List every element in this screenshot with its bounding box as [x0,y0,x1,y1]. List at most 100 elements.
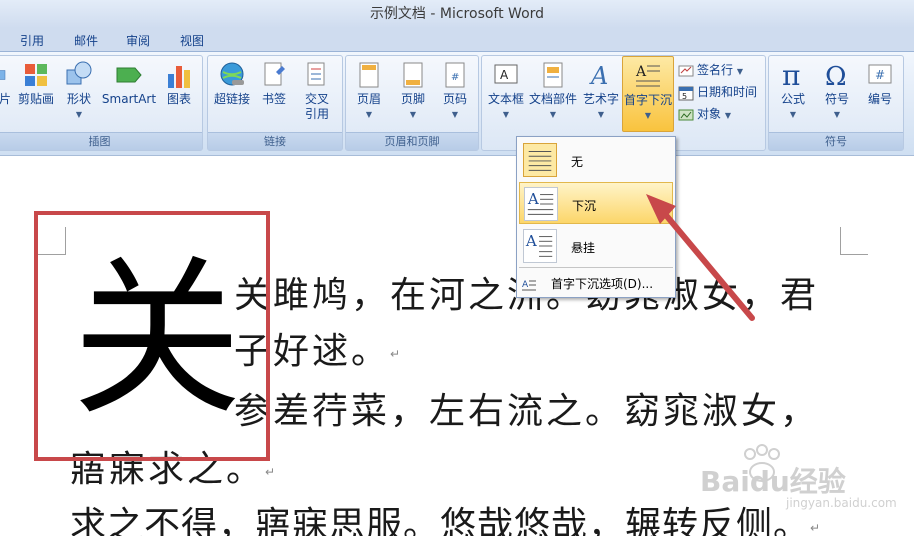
calendar-icon: 5 [678,86,694,101]
omega-icon: Ω [825,62,847,90]
baidu-watermark: Baidu经验 jingyan.baidu.com [690,440,910,530]
svg-text:Ω: Ω [825,62,847,90]
drop-cap-options-icon: A [522,280,536,290]
pi-icon: π [782,60,800,90]
drop-cap-options-label: 首字下沉选项(D)... [551,277,654,291]
menu-item-in-margin-label: 悬挂 [571,241,596,255]
group-links-caption: 链接 [208,132,342,150]
picture-button[interactable]: 片 [0,56,13,107]
quick-parts-label: 文档部件 [528,92,577,106]
signature-line-dropdown-icon: ▼ [736,67,743,76]
header-button[interactable]: 页眉 ▼ [348,56,390,122]
bookmark-icon [264,62,285,86]
page-number-button[interactable]: # 页码 ▼ [434,56,476,122]
drop-cap-icon: A [635,64,660,87]
date-time-button[interactable]: 5 日期和时间 [678,82,757,102]
paragraph-mark-icon: ↵ [390,347,404,361]
dropped-cap-icon: A [524,187,558,221]
in-margin-cap-icon: A [523,229,557,263]
menu-item-drop-cap-options[interactable]: A 首字下沉选项(D)... [521,273,673,295]
equation-button[interactable]: π 公式 ▼ [771,56,815,122]
date-time-label: 日期和时间 [697,85,758,99]
watermark-url: jingyan.baidu.com [786,496,897,510]
quick-parts-icon [543,62,563,88]
quick-parts-button[interactable]: 文档部件 ▼ [528,56,578,122]
chart-button[interactable]: 图表 [159,56,199,107]
cross-reference-label: 交叉引用 [304,92,329,121]
wordart-button[interactable]: A 艺术字 ▼ [580,56,622,122]
page-number-icon: # [445,62,465,88]
bookmark-button[interactable]: 书签 [256,56,292,107]
signature-line-label: 签名行 [697,63,734,77]
svg-text:A: A [589,62,608,90]
menu-item-dropped[interactable]: A 下沉 [519,182,673,224]
object-dropdown-icon: ▼ [724,111,731,120]
object-button[interactable]: 对象 ▼ [678,104,731,124]
annotation-highlight-box [34,211,270,461]
drop-cap-button[interactable]: A 首字下沉 ▼ [622,56,674,132]
hyperlink-label: 超链接 [213,92,250,106]
footer-button[interactable]: 页脚 ▼ [392,56,434,122]
page-number-dropdown-icon: ▼ [451,110,459,119]
textbox-button[interactable]: A 文本框 ▼ [484,56,528,122]
svg-text:#: # [875,68,885,82]
group-symbols: π 公式 ▼ Ω 符号 ▼ # 编号 符号 [768,55,904,151]
menu-item-dropped-label: 下沉 [572,199,597,213]
object-icon [678,109,694,120]
svg-text:A: A [500,68,509,82]
menu-item-none[interactable]: 无 [519,139,673,181]
tab-review[interactable]: 审阅 [126,32,150,49]
smartart-label: SmartArt [101,92,157,106]
tab-mailings[interactable]: 邮件 [74,32,98,49]
cross-reference-button[interactable]: 交叉引用 [296,56,338,122]
watermark-brand: Baidu经验 [700,465,846,498]
tab-references[interactable]: 引用 [20,32,44,49]
menu-item-in-margin[interactable]: A 悬挂 [519,225,673,267]
title-bar: 示例文档 - Microsoft Word [0,0,914,28]
svg-text:A: A [522,280,529,290]
ribbon-tabs: 引用 邮件 审阅 视图 [0,28,914,52]
shapes-dropdown-icon: ▼ [75,110,83,119]
cross-reference-icon [307,62,325,86]
hyperlink-button[interactable]: 超链接 [210,56,254,107]
group-illustrations: 片 剪贴画 形状 ▼ SmartArt 图表 插图 [0,55,203,151]
signature-line-button[interactable]: 签名行 ▼ [678,60,743,80]
symbol-dropdown-icon: ▼ [833,110,841,119]
tab-view[interactable]: 视图 [180,32,204,49]
wordart-dropdown-icon: ▼ [597,110,605,119]
symbol-button[interactable]: Ω 符号 ▼ [815,56,859,122]
wordart-label: 艺术字 [582,92,619,106]
drop-cap-dropdown-icon: ▼ [644,111,652,120]
footer-dropdown-icon: ▼ [409,110,417,119]
margin-marker-right [840,227,868,255]
textbox-dropdown-icon: ▼ [502,110,510,119]
signature-line-icon [678,65,694,76]
shapes-label: 形状 [66,92,91,106]
menu-separator [519,267,673,268]
clipart-button[interactable]: 剪贴画 [15,56,57,107]
footer-label: 页脚 [400,92,425,106]
clipart-icon [25,64,47,86]
object-label: 对象 [697,107,722,121]
svg-text:A: A [635,64,647,80]
shapes-icon [66,61,92,85]
smartart-button[interactable]: SmartArt [101,56,157,107]
group-links: 超链接 书签 交叉引用 链接 [207,55,343,151]
text-line-3: 参差荇菜，左右流之。窈窕淑女， [234,391,820,432]
ribbon: 片 剪贴画 形状 ▼ SmartArt 图表 插图 超链接 书签 交叉引用 链接… [0,52,914,156]
shapes-button[interactable]: 形状 ▼ [61,56,97,122]
header-icon [359,62,379,88]
number-icon: # [868,64,892,84]
number-button[interactable]: # 编号 [859,56,901,107]
bar-chart-icon [168,66,190,88]
equation-label: 公式 [780,92,805,106]
bookmark-label: 书签 [261,92,286,106]
svg-text:A: A [527,190,540,208]
svg-text:#: # [451,72,459,83]
chart-label: 图表 [166,92,191,106]
globe-link-icon [220,62,244,86]
drop-cap-label: 首字下沉 [623,93,672,107]
group-illustrations-caption: 插图 [0,132,202,150]
textbox-icon: A [494,64,518,84]
picture-label: 片 [0,92,11,106]
